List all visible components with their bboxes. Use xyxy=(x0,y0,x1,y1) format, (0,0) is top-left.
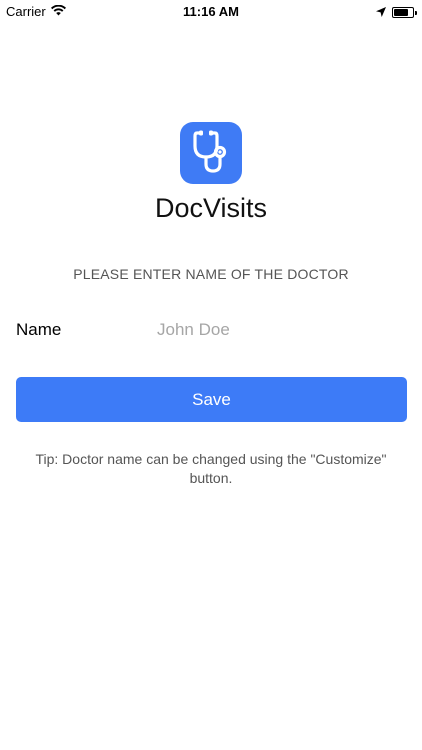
battery-cap xyxy=(415,11,417,15)
tip-text: Tip: Doctor name can be changed using th… xyxy=(35,451,387,486)
status-right xyxy=(376,5,417,20)
location-arrow-icon xyxy=(376,5,386,20)
app-logo xyxy=(180,122,242,184)
screen: Carrier 11:16 AM DocVisits PLEASE ENTER … xyxy=(0,0,422,750)
app-name: DocVisits xyxy=(154,193,268,223)
status-time: 11:16 AM xyxy=(183,4,239,19)
stethoscope-icon xyxy=(189,127,233,180)
doctor-name-prompt: PLEASE ENTER NAME OF THE DOCTOR xyxy=(73,266,349,282)
name-label: Name xyxy=(16,320,62,339)
status-bar: Carrier 11:16 AM xyxy=(0,0,422,24)
battery-icon xyxy=(392,7,417,18)
battery-fill xyxy=(394,9,409,16)
save-button[interactable]: Save xyxy=(16,377,407,422)
doctor-name-input[interactable] xyxy=(150,316,405,344)
